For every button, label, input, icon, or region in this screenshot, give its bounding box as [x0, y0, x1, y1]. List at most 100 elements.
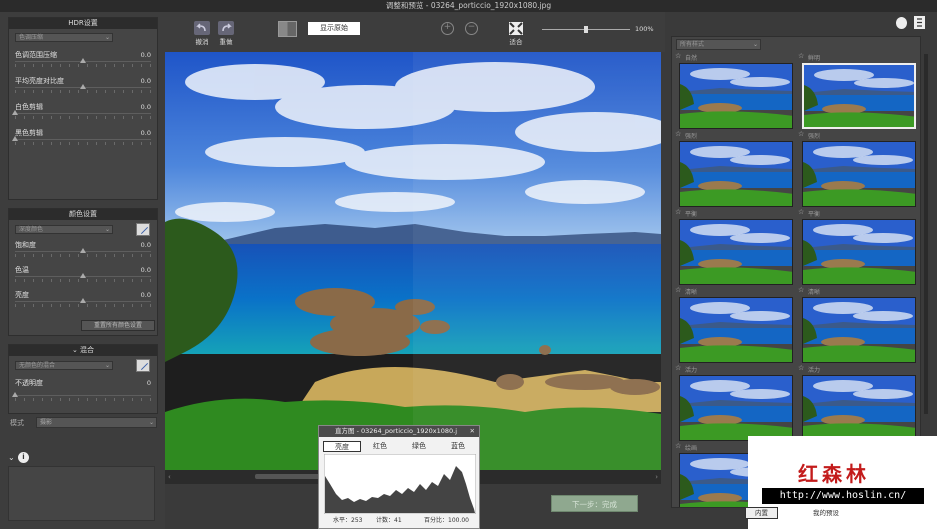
engine-dropdown[interactable]: 摄影 ⌄	[36, 417, 157, 428]
favorite-star-icon[interactable]: ☆	[798, 286, 804, 294]
style-thumbnail-label: ☆ 活力	[675, 364, 698, 374]
settings-toggle-icon[interactable]	[896, 17, 907, 29]
color-label-0: 饱和度	[15, 241, 36, 249]
collapse-chevron-icon[interactable]: ⌄	[8, 453, 15, 462]
color-slider-0[interactable]	[15, 248, 151, 253]
favorite-star-icon[interactable]: ☆	[798, 52, 804, 60]
style-thumbnail-image[interactable]	[802, 297, 916, 363]
next-finish-button[interactable]: 下一步：完成	[551, 495, 638, 512]
opacity-slider-knob[interactable]	[12, 392, 18, 397]
histogram-window[interactable]: 直方图 - 03264_porticcio_1920x1080.j ✕ 亮度 红…	[318, 425, 480, 529]
style-thumbnail-image[interactable]	[679, 375, 793, 441]
styles-scrollbar-thumb[interactable]	[924, 54, 928, 414]
scroll-right-icon[interactable]: ›	[655, 473, 658, 481]
opacity-slider[interactable]	[12, 392, 151, 397]
style-thumbnail-image[interactable]	[802, 141, 916, 207]
favorite-star-icon[interactable]: ☆	[675, 286, 681, 294]
color-value-0: 0.0	[140, 241, 151, 249]
preview-canvas[interactable]: ‹ ›	[165, 52, 661, 484]
slider-ticks	[15, 279, 151, 282]
show-original-button[interactable]: 显示原始	[308, 22, 360, 35]
slider-ticks	[15, 142, 151, 145]
split-view-icon[interactable]	[278, 21, 297, 37]
color-slider-knob[interactable]	[80, 248, 86, 253]
favorite-star-icon[interactable]: ☆	[798, 364, 804, 372]
favorite-star-icon[interactable]: ☆	[675, 52, 681, 60]
style-name: 清晰	[808, 289, 821, 296]
color-preset-value: 深度颜色	[19, 226, 44, 233]
zoom-slider-knob[interactable]	[584, 26, 588, 33]
color-settings-title: 颜色设置	[9, 209, 157, 220]
hdr-settings-title: HDR设置	[9, 18, 157, 29]
histogram-percentile: 百分比：100.00	[424, 517, 469, 524]
style-thumbnail-image[interactable]	[679, 141, 793, 207]
favorite-star-icon[interactable]: ☆	[798, 130, 804, 138]
style-thumbnail-image[interactable]	[679, 297, 793, 363]
hdr-slider-knob[interactable]	[80, 84, 86, 89]
histogram-tab-luminance[interactable]: 亮度	[323, 441, 361, 452]
color-slider-knob[interactable]	[80, 298, 86, 303]
hdr-slider-knob[interactable]	[80, 58, 86, 63]
color-slider-2[interactable]	[15, 298, 151, 303]
hdr-slider-knob[interactable]	[12, 110, 18, 115]
style-thumbnail-label: ☆ 清晰	[798, 286, 821, 296]
zoom-out-icon[interactable]: −	[465, 22, 478, 35]
hdr-value-1: 0.0	[140, 77, 151, 85]
histogram-tab-blue[interactable]: 蓝色	[439, 441, 477, 452]
histogram-tab-red[interactable]: 红色	[361, 441, 399, 452]
histogram-tab-green[interactable]: 绿色	[400, 441, 438, 452]
color-slider-knob[interactable]	[80, 273, 86, 278]
hdr-slider-2[interactable]	[12, 110, 151, 115]
close-icon[interactable]: ✕	[470, 426, 475, 437]
style-thumbnail-label: ☆ 强烈	[798, 130, 821, 140]
favorite-star-icon[interactable]: ☆	[798, 208, 804, 216]
style-thumbnail-image[interactable]	[679, 63, 793, 129]
styles-tab-builtin[interactable]: 内置	[745, 507, 778, 519]
style-thumbnail-image[interactable]	[802, 375, 916, 441]
style-name: 活力	[685, 367, 698, 374]
style-filter-value: 所有样式	[680, 41, 705, 48]
fit-button[interactable]: 适合	[505, 22, 527, 46]
color-settings-panel: 颜色设置 深度颜色 ⌄ 饱和度 0.0 色温 0.0 亮度 0.0 重置所有颜色设置	[8, 208, 158, 336]
favorite-star-icon[interactable]: ☆	[675, 208, 681, 216]
style-filter-dropdown[interactable]: 所有样式 ⌄	[676, 39, 761, 50]
color-picker-brush-icon[interactable]	[136, 223, 150, 236]
hdr-slider-0[interactable]	[15, 58, 151, 63]
blend-brush-icon[interactable]	[136, 359, 150, 372]
redo-button[interactable]: 重做	[216, 21, 236, 46]
style-name: 强烈	[808, 133, 821, 140]
style-thumbnail-label: ☆ 平衡	[675, 208, 697, 218]
histogram-graph	[324, 454, 476, 514]
engine-value: 摄影	[40, 419, 53, 426]
undo-label: 撤消	[195, 38, 209, 46]
blend-mode-dropdown[interactable]: 无颜色的混合 ⌄	[15, 361, 113, 370]
style-thumbnail-label: ☆ 清晰	[675, 286, 697, 296]
hdr-slider-1[interactable]	[15, 84, 151, 89]
histogram-count: 计数：41	[376, 517, 402, 524]
style-thumbnail-label: ☆ 平衡	[798, 208, 820, 218]
style-thumbnail-image[interactable]	[802, 219, 916, 285]
scroll-left-icon[interactable]: ‹	[168, 473, 171, 481]
opacity-value: 0	[146, 379, 151, 387]
style-thumbnail-image[interactable]	[679, 219, 793, 285]
hdr-preset-dropdown[interactable]: 色调压缩 ⌄	[15, 33, 113, 42]
color-slider-1[interactable]	[15, 273, 151, 278]
reset-color-settings-button[interactable]: 重置所有颜色设置	[81, 320, 155, 331]
hdr-slider-3[interactable]	[12, 136, 151, 141]
styles-tab-my-presets[interactable]: 我的预设	[808, 508, 844, 519]
zoom-slider[interactable]	[542, 26, 630, 33]
hdr-slider-knob[interactable]	[12, 136, 18, 141]
favorite-star-icon[interactable]: ☆	[675, 364, 681, 372]
zoom-in-icon[interactable]: +	[441, 22, 454, 35]
favorite-star-icon[interactable]: ☆	[675, 442, 681, 450]
undo-button[interactable]: 撤消	[192, 21, 212, 46]
style-thumbnail-image[interactable]	[802, 63, 916, 129]
chevron-down-icon[interactable]: ⌄	[72, 346, 80, 354]
blend-mode-value: 无颜色的混合	[19, 362, 56, 369]
info-icon[interactable]: i	[18, 452, 29, 463]
menu-icon[interactable]	[914, 16, 925, 29]
hdr-label-0: 色调范围压缩	[15, 51, 57, 59]
favorite-star-icon[interactable]: ☆	[675, 130, 681, 138]
slider-ticks	[15, 64, 151, 67]
color-preset-dropdown[interactable]: 深度颜色 ⌄	[15, 225, 113, 234]
